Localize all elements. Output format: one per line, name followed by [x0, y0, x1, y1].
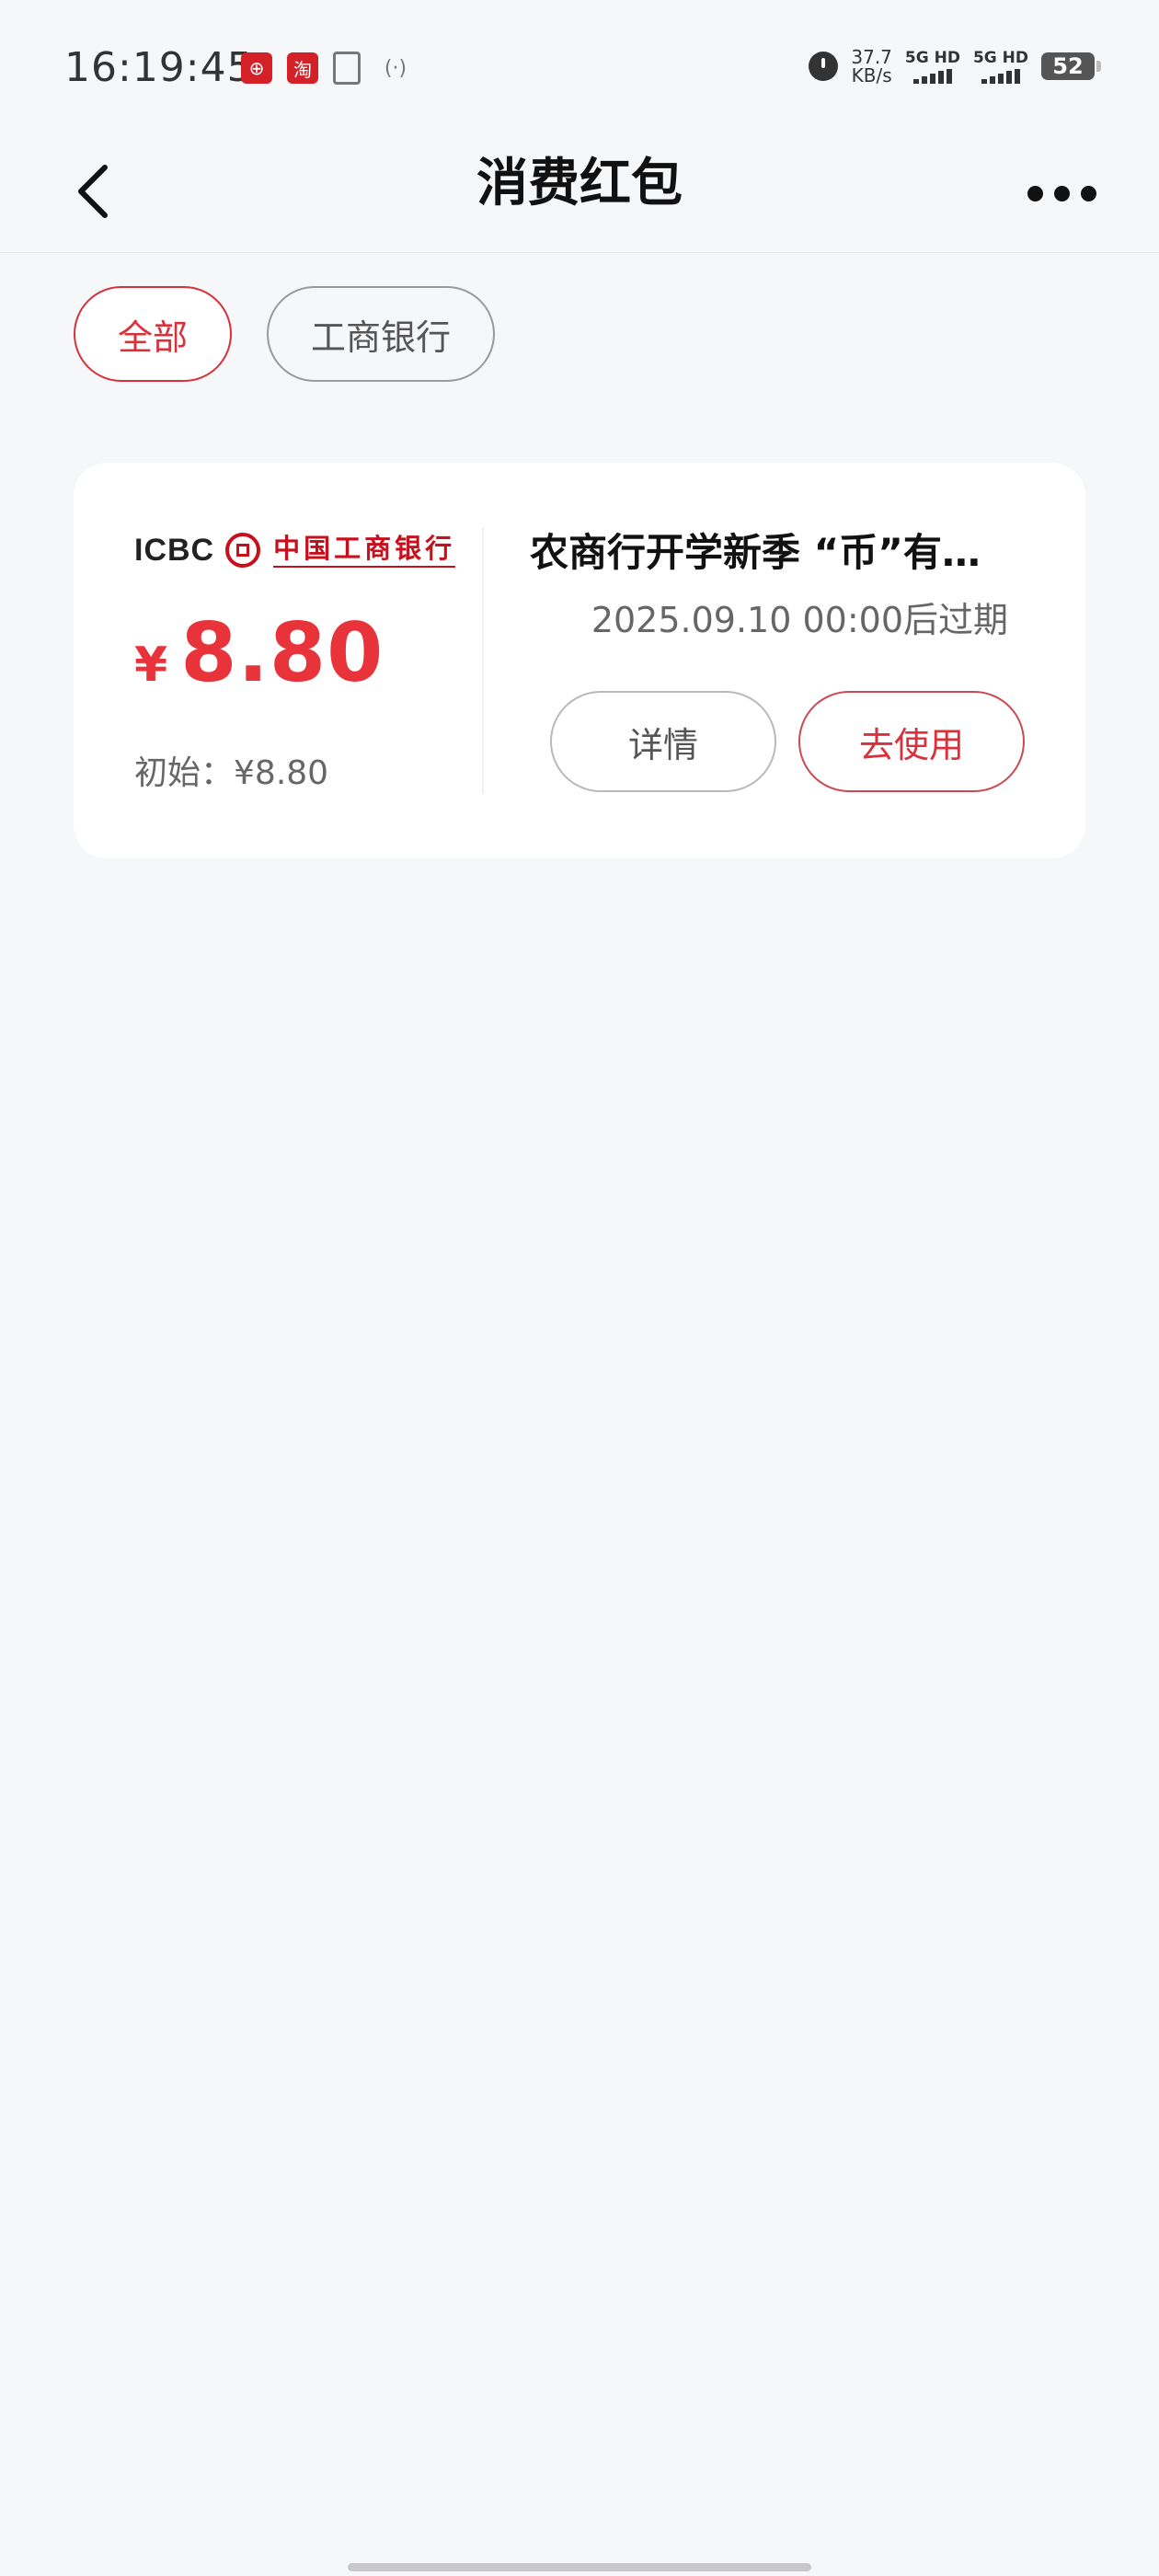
initial-amount-label: 初始：	[134, 754, 235, 792]
card-divider	[482, 527, 484, 794]
page-title: 消费红包	[476, 154, 683, 213]
status-time: 16:19:45	[64, 44, 254, 91]
currency-symbol: ¥	[134, 638, 168, 693]
sim2-signal-icon: 5G HD	[973, 50, 1028, 84]
more-options-button[interactable]	[1016, 156, 1107, 230]
use-button[interactable]: 去使用	[798, 691, 1025, 792]
detail-button[interactable]: 详情	[550, 691, 776, 792]
icbc-seal-icon	[225, 533, 261, 568]
more-dots-icon	[1027, 185, 1043, 201]
bank-app-notification-icon: ⊕	[241, 52, 272, 84]
home-indicator[interactable]	[348, 2563, 811, 2571]
nav-bar: 消费红包	[0, 138, 1159, 253]
battery-icon: 52	[1041, 52, 1101, 80]
bank-logo-name: 中国工商银行	[273, 533, 456, 568]
network-speed: 37.7 KB/s	[851, 46, 892, 86]
amount-value: 8.80	[180, 605, 384, 700]
alarm-icon	[809, 52, 839, 81]
notification-icons: ⊕ 淘 (·)	[241, 52, 416, 85]
initial-amount-value: ¥8.80	[234, 754, 329, 792]
bank-logo: ICBC 中国工商银行	[134, 527, 456, 573]
sim1-signal-icon: 5G HD	[905, 50, 960, 84]
initial-amount: 初始：¥8.80	[134, 746, 328, 794]
coupon-info-section: 农商行开学新季 “币”有… 2025.09.10 00:00后过期 详情 去使用	[530, 463, 1045, 858]
system-icons: 37.7 KB/s 5G HD 5G HD 52	[809, 46, 1101, 86]
coupon-card[interactable]: ICBC 中国工商银行 ¥ 8.80 初始：¥8.80 农商行开学新季 “币”有…	[74, 463, 1085, 858]
filter-icbc[interactable]: 工商银行	[267, 286, 495, 382]
hotspot-icon: (·)	[384, 56, 407, 80]
coupon-amount: ¥ 8.80	[134, 605, 384, 700]
coupon-title: 农商行开学新季 “币”有…	[530, 530, 981, 575]
coupon-expiry: 2025.09.10 00:00后过期	[591, 600, 1008, 640]
shopping-app-notification-icon: 淘	[287, 52, 318, 84]
status-bar: 16:19:45 ⊕ 淘 (·) 37.7 KB/s 5G HD 5G HD 5…	[0, 0, 1159, 138]
clipboard-notification-icon	[333, 52, 361, 85]
filter-all[interactable]: 全部	[74, 286, 232, 382]
filter-tabs: 全部 工商银行	[74, 286, 495, 382]
bank-logo-short: ICBC	[134, 532, 215, 568]
coupon-value-section: ICBC 中国工商银行 ¥ 8.80 初始：¥8.80	[134, 463, 484, 858]
